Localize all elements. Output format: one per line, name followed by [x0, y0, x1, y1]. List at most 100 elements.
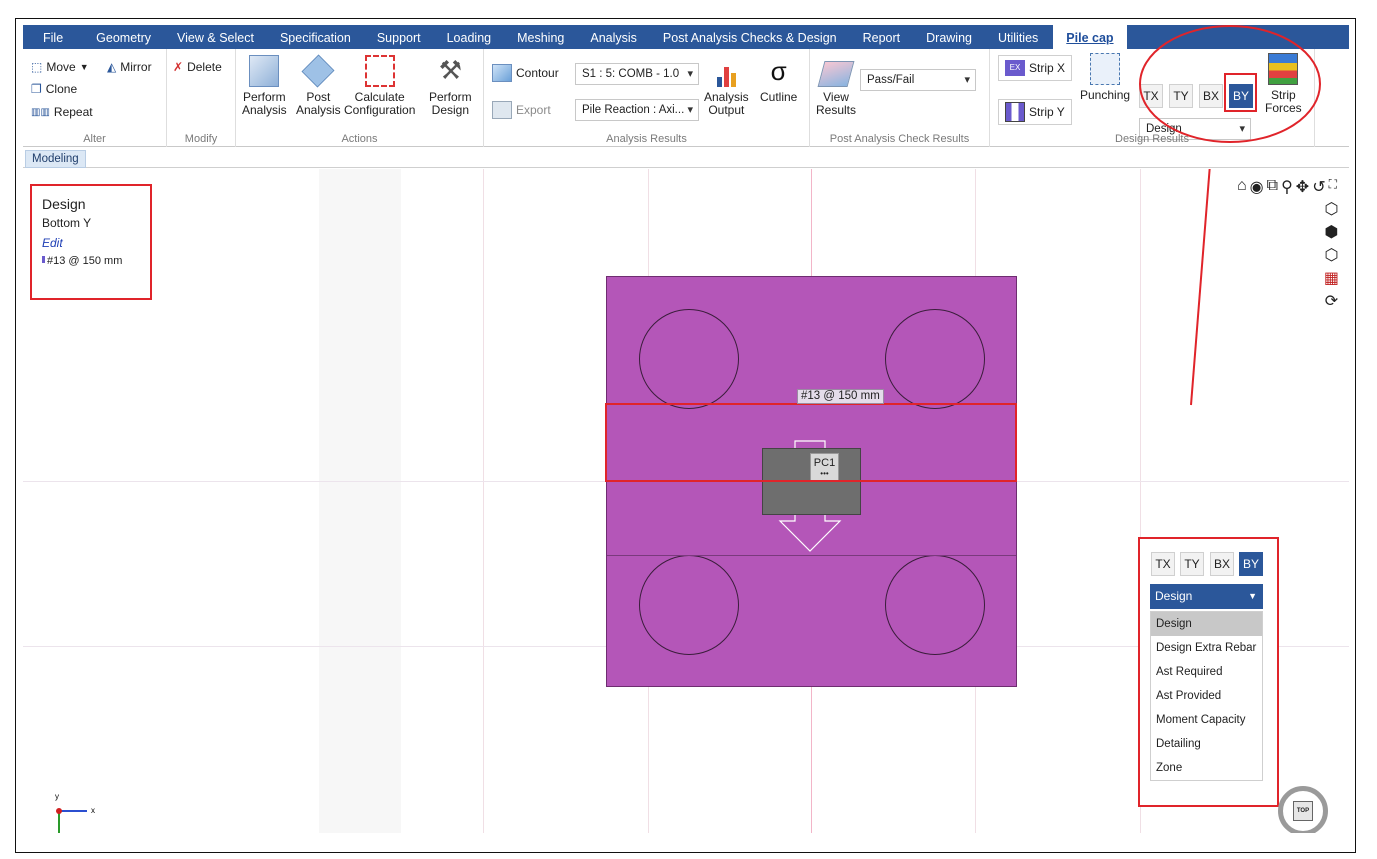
model-viewport[interactable]: Design Bottom Y Edit #13 @ 150 mm PC1 ••…	[23, 169, 1349, 833]
view-toolbar: ⌂ ◉ ⧉ ⚲ ✥ ↺ ⛶	[1237, 177, 1337, 197]
move-icon: ⬚	[31, 60, 43, 74]
menu-loading[interactable]: Loading	[434, 25, 505, 49]
move-button[interactable]: ⬚ Move ▼	[31, 57, 89, 77]
strip-y-button[interactable]: Strip Y	[998, 99, 1072, 125]
axis-triad-icon: x y	[55, 792, 95, 833]
compass-icon: ⚒	[438, 55, 462, 85]
group-label-analysis-results: Analysis Results	[606, 133, 687, 145]
group-modify: ✗ Delete Modify	[167, 49, 236, 147]
group-post-analysis-check: View Results Pass/Fail Post Analysis Che…	[810, 49, 990, 147]
menu-support[interactable]: Support	[364, 25, 434, 49]
menu-utilities[interactable]: Utilities	[985, 25, 1051, 49]
perform-design-button[interactable]: ⚒ Perform Design	[429, 55, 472, 117]
contour-button[interactable]: Contour	[492, 63, 559, 83]
menu-drawing[interactable]: Drawing	[913, 25, 985, 49]
group-label-alter: Alter	[83, 133, 106, 145]
cube-icon	[301, 54, 335, 88]
perform-analysis-button[interactable]: Perform Analysis	[242, 55, 287, 117]
option-design-extra-rebar[interactable]: Design Extra Rebar	[1151, 636, 1262, 660]
pile[interactable]	[639, 309, 739, 409]
pan-icon[interactable]: ✥	[1296, 177, 1309, 197]
design-dropdown-callout: TX TY BX BY Design ▼ Design Design Extra…	[1138, 537, 1279, 807]
menu-geometry[interactable]: Geometry	[83, 25, 164, 49]
option-moment-capacity[interactable]: Moment Capacity	[1151, 708, 1262, 732]
delete-button[interactable]: ✗ Delete	[173, 57, 222, 77]
clone-button[interactable]: ❐ Clone	[31, 79, 77, 99]
punching-button[interactable]: Punching	[1080, 53, 1130, 102]
zoom-window-icon[interactable]: ⧉	[1267, 177, 1278, 197]
pass-fail-select[interactable]: Pass/Fail	[860, 69, 976, 91]
configuration-icon	[364, 55, 395, 87]
view-side-toolbar: ⬡ ⬢ ⬡ ▦ ⟳	[1324, 199, 1339, 311]
tab-modeling[interactable]: Modeling	[25, 150, 86, 168]
edit-link[interactable]: Edit	[42, 236, 140, 250]
repeat-icon: ▥▥	[31, 106, 50, 118]
document-tabs: Modeling	[23, 150, 1349, 168]
design-info-panel: Design Bottom Y Edit #13 @ 150 mm	[30, 184, 152, 300]
group-label-post-analysis-check: Post Analysis Check Results	[829, 133, 970, 145]
view-cube-side-icon[interactable]: ⬡	[1324, 245, 1338, 265]
punching-icon	[1090, 53, 1121, 85]
eye-icon[interactable]: ◉	[1250, 177, 1264, 197]
option-ast-provided[interactable]: Ast Provided	[1151, 684, 1262, 708]
load-combination-select[interactable]: S1 : 5: COMB - 1.0	[575, 63, 699, 85]
clone-icon: ❐	[31, 82, 42, 96]
cutline-button[interactable]: σ Cutline	[760, 55, 797, 104]
post-analysis-button[interactable]: Post Analysis	[296, 54, 341, 117]
popup-dir-tx-button[interactable]: TX	[1151, 552, 1175, 576]
view-results-button[interactable]: View Results	[816, 61, 856, 117]
pile[interactable]	[639, 555, 739, 655]
menu-view-select[interactable]: View & Select	[164, 25, 267, 49]
group-analysis-results: Contour Export S1 : 5: COMB - 1.0 Pile R…	[484, 49, 810, 147]
view-results-icon	[817, 61, 855, 87]
calculate-configuration-button[interactable]: Calculate Configuration	[344, 55, 415, 117]
group-alter: ⬚ Move ▼ ◭ Mirror ❐ Clone ▥▥ Repeat Alter	[23, 49, 167, 147]
view-cube-front-icon[interactable]: ⬡	[1324, 199, 1338, 219]
menu-pile-cap[interactable]: Pile cap	[1053, 25, 1127, 49]
analysis-output-button[interactable]: Analysis Output	[704, 55, 749, 117]
chevron-down-icon: ▼	[1248, 591, 1257, 601]
export-button[interactable]: Export	[492, 100, 551, 120]
option-detailing[interactable]: Detailing	[1151, 732, 1262, 756]
menu-report[interactable]: Report	[850, 25, 914, 49]
menu-specification[interactable]: Specification	[267, 25, 364, 49]
popup-dir-by-button[interactable]: BY	[1239, 552, 1263, 576]
fullscreen-icon[interactable]: ⛶	[1329, 177, 1337, 197]
result-type-select[interactable]: Pile Reaction : Axi...	[575, 99, 699, 121]
view-cube-iso-icon[interactable]: ⬢	[1324, 222, 1338, 242]
application-window: File Geometry View & Select Specificatio…	[15, 18, 1356, 853]
menu-analysis[interactable]: Analysis	[577, 25, 650, 49]
contour-icon	[492, 64, 512, 82]
mirror-button[interactable]: ◭ Mirror	[107, 57, 152, 77]
refresh-icon[interactable]: ⟳	[1325, 291, 1338, 311]
rotate-icon[interactable]: ↺	[1312, 177, 1325, 197]
repeat-button[interactable]: ▥▥ Repeat	[31, 102, 93, 122]
delete-icon: ✗	[173, 60, 184, 74]
home-icon[interactable]: ⌂	[1237, 177, 1247, 197]
pile[interactable]	[885, 309, 985, 409]
axis-x-label: x	[91, 806, 95, 815]
info-subtitle: Bottom Y	[42, 216, 92, 230]
zoom-icon[interactable]: ⚲	[1281, 177, 1293, 197]
strip-x-button[interactable]: EX Strip X	[998, 55, 1073, 81]
popup-design-select[interactable]: Design ▼	[1150, 584, 1263, 609]
menu-meshing[interactable]: Meshing	[504, 25, 577, 49]
view-cube-top-face[interactable]: TOP	[1293, 801, 1313, 821]
option-design[interactable]: Design	[1151, 612, 1262, 636]
popup-dir-ty-button[interactable]: TY	[1180, 552, 1204, 576]
info-title: Design	[42, 196, 86, 212]
menu-post-analysis[interactable]: Post Analysis Checks & Design	[650, 25, 850, 49]
strip-y-icon	[1005, 102, 1025, 122]
rebar-label: #13 @ 150 mm	[797, 389, 884, 404]
view-cube[interactable]: TOP	[1278, 786, 1328, 833]
group-label-actions: Actions	[341, 133, 378, 145]
chevron-down-icon: ▼	[79, 62, 89, 72]
menu-file[interactable]: File	[23, 25, 83, 49]
render-mode-icon[interactable]: ▦	[1324, 268, 1339, 288]
popup-dir-bx-button[interactable]: BX	[1210, 552, 1234, 576]
pile[interactable]	[885, 555, 985, 655]
grid-line	[483, 169, 484, 833]
axis-y-label: y	[55, 792, 59, 801]
option-ast-required[interactable]: Ast Required	[1151, 660, 1262, 684]
option-zone[interactable]: Zone	[1151, 756, 1262, 780]
